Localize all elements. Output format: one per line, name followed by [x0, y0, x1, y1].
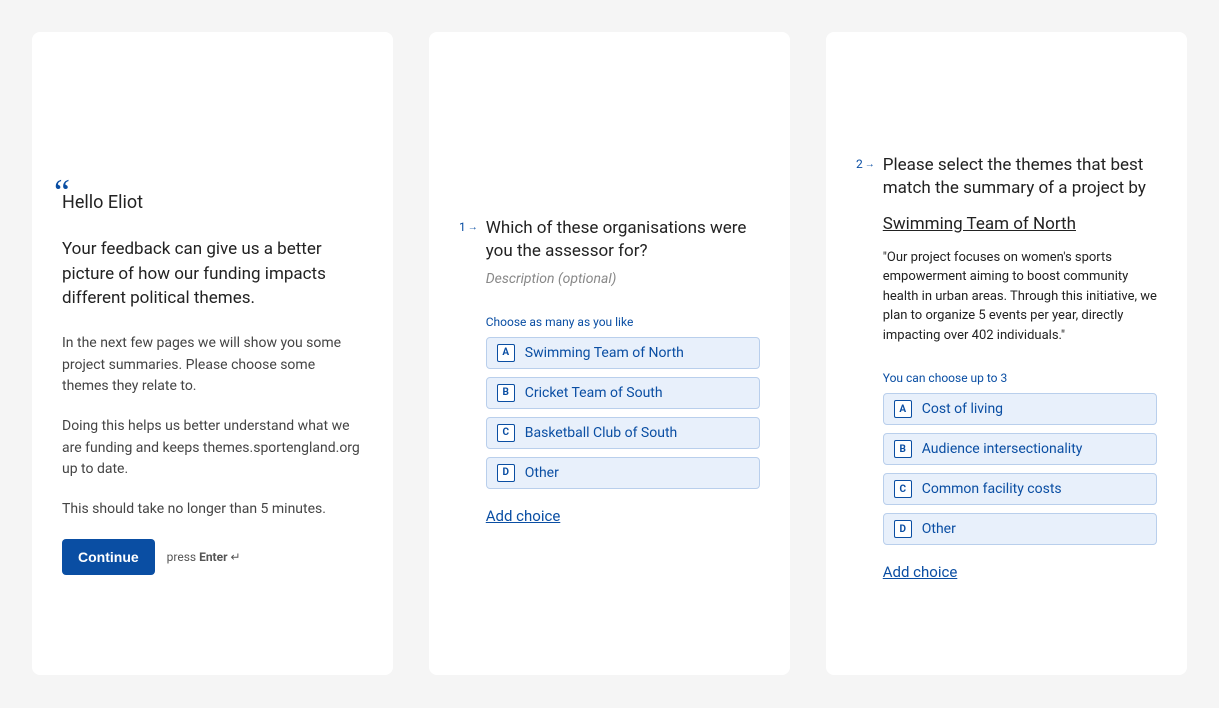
- question-number-value: 1: [459, 220, 466, 234]
- add-choice-link[interactable]: Add choice: [486, 507, 561, 525]
- welcome-card: “ Hello Eliot Your feedback can give us …: [32, 32, 393, 675]
- question-title: Please select the themes that best match…: [883, 154, 1157, 200]
- choice-label: Swimming Team of North: [525, 345, 684, 361]
- choice-key: D: [497, 464, 515, 482]
- choice-label: Basketball Club of South: [525, 425, 677, 441]
- lead-text: Your feedback can give us a better pictu…: [62, 237, 363, 311]
- quote-icon: “: [54, 182, 70, 204]
- question-1-card: 1 → Which of these organisations were yo…: [429, 32, 790, 675]
- choose-hint: Choose as many as you like: [486, 315, 760, 329]
- arrow-right-icon: →: [865, 159, 875, 170]
- choice-label: Cost of living: [922, 401, 1003, 417]
- choice-key: A: [894, 400, 912, 418]
- hint-enter: Enter: [199, 550, 227, 564]
- choice-label: Other: [922, 521, 956, 537]
- question-number: 1 →: [459, 220, 478, 234]
- choose-hint: You can choose up to 3: [883, 371, 1157, 385]
- choice-option[interactable]: D Other: [486, 457, 760, 489]
- add-choice-link[interactable]: Add choice: [883, 563, 958, 581]
- arrow-right-icon: →: [468, 222, 478, 233]
- question-description: Description (optional): [486, 271, 760, 287]
- question-body: Please select the themes that best match…: [883, 154, 1157, 581]
- keyboard-hint: press Enter ↵: [167, 550, 241, 564]
- question-row: 1 → Which of these organisations were yo…: [459, 217, 760, 525]
- choice-option[interactable]: B Audience intersectionality: [883, 433, 1157, 465]
- question-number: 2 →: [856, 157, 875, 171]
- choice-key: C: [894, 480, 912, 498]
- choice-label: Audience intersectionality: [922, 441, 1083, 457]
- choice-key: D: [894, 520, 912, 538]
- question-2-card: 2 → Please select the themes that best m…: [826, 32, 1187, 675]
- intro-para-1: In the next few pages we will show you s…: [62, 333, 363, 398]
- hint-press: press: [167, 550, 199, 564]
- question-row: 2 → Please select the themes that best m…: [856, 154, 1157, 581]
- choice-label: Cricket Team of South: [525, 385, 663, 401]
- intro-para-3: This should take no longer than 5 minute…: [62, 499, 363, 521]
- choice-label: Common facility costs: [922, 481, 1062, 497]
- cta-row: Continue press Enter ↵: [62, 539, 363, 575]
- intro-para-2: Doing this helps us better understand wh…: [62, 416, 363, 481]
- choice-option[interactable]: A Swimming Team of North: [486, 337, 760, 369]
- choice-key: C: [497, 424, 515, 442]
- project-summary: "Our project focuses on women's sports e…: [883, 248, 1157, 346]
- choice-key: B: [894, 440, 912, 458]
- choice-key: A: [497, 344, 515, 362]
- choice-option[interactable]: C Common facility costs: [883, 473, 1157, 505]
- hint-symbol: ↵: [228, 550, 241, 564]
- question-number-value: 2: [856, 157, 863, 171]
- greeting-text: Hello Eliot: [62, 192, 363, 213]
- choice-option[interactable]: D Other: [883, 513, 1157, 545]
- choice-option[interactable]: A Cost of living: [883, 393, 1157, 425]
- question-body: Which of these organisations were you th…: [486, 217, 760, 525]
- choice-option[interactable]: C Basketball Club of South: [486, 417, 760, 449]
- choice-label: Other: [525, 465, 559, 481]
- project-name: Swimming Team of North: [883, 214, 1157, 234]
- continue-button[interactable]: Continue: [62, 539, 155, 575]
- choice-key: B: [497, 384, 515, 402]
- question-title: Which of these organisations were you th…: [486, 217, 760, 263]
- choice-option[interactable]: B Cricket Team of South: [486, 377, 760, 409]
